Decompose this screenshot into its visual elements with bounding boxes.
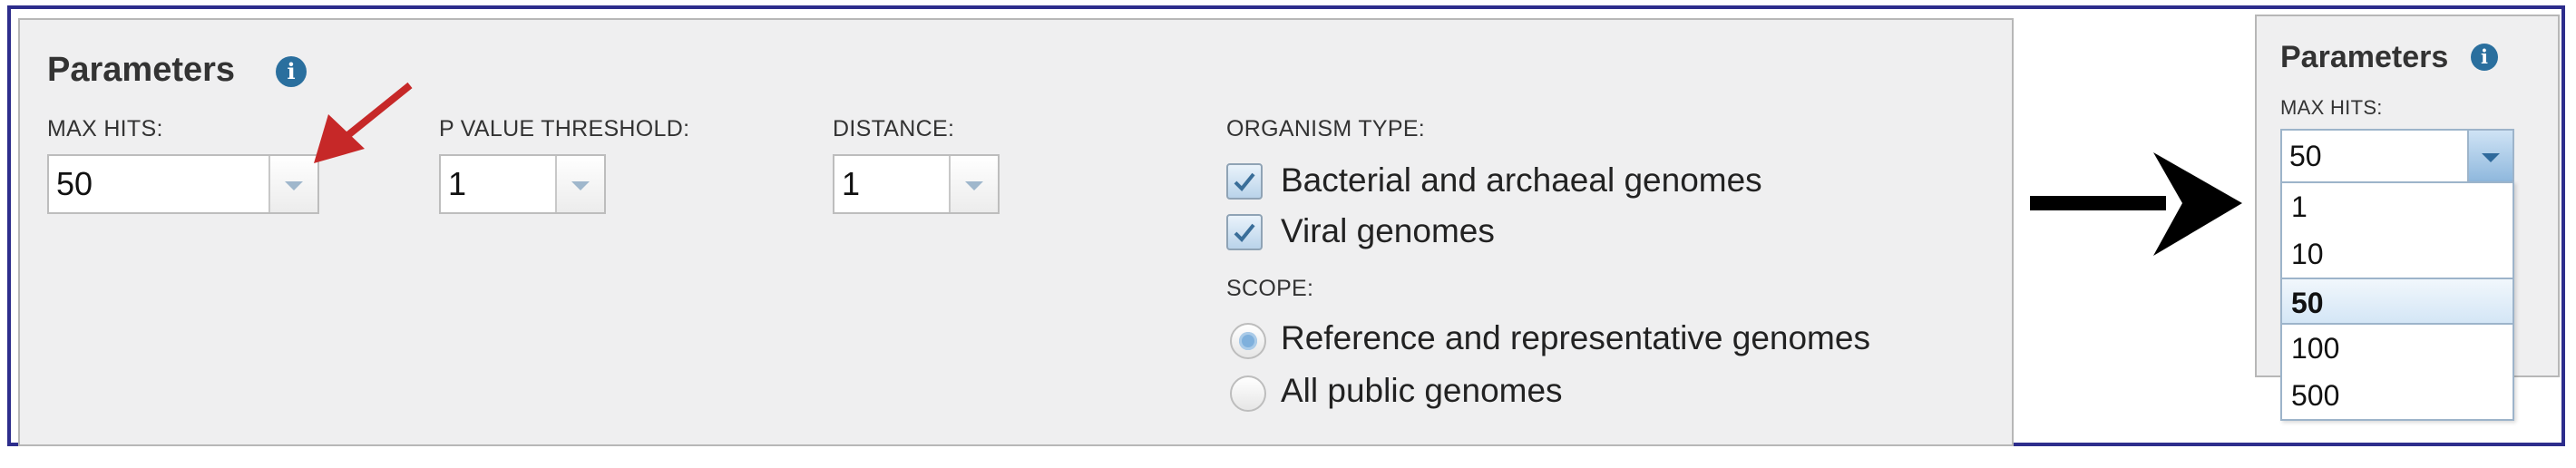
red-arrow-icon	[314, 82, 413, 163]
checkmark-icon	[1234, 223, 1255, 242]
expanded-max-hits-select[interactable]: 50	[2280, 129, 2514, 183]
reference-label: Reference and representative genomes	[1281, 319, 1870, 356]
reference-radio[interactable]	[1230, 323, 1266, 359]
viral-checkbox[interactable]	[1226, 214, 1263, 250]
p-value-dropdown-button[interactable]	[555, 156, 604, 212]
distance-select[interactable]: 1	[833, 154, 1000, 214]
viral-label: Viral genomes	[1281, 212, 1495, 249]
max-hits-label: MAX HITS:	[47, 116, 163, 141]
max-hits-options-list: 1 10 50 100 500	[2280, 181, 2514, 421]
p-value-select[interactable]: 1	[439, 154, 606, 214]
max-hits-value: 50	[56, 165, 93, 202]
distance-dropdown-button[interactable]	[949, 156, 998, 212]
scope-label: SCOPE:	[1226, 276, 1314, 301]
distance-label: DISTANCE:	[833, 116, 955, 141]
organism-type-label: ORGANISM TYPE:	[1226, 116, 1426, 141]
option-500[interactable]: 500	[2282, 372, 2513, 419]
info-icon[interactable]: i	[276, 56, 307, 87]
black-arrow-icon	[2030, 152, 2242, 256]
all-public-radio[interactable]	[1230, 375, 1266, 412]
expanded-parameters-title: Parameters	[2280, 40, 2449, 74]
bacterial-label: Bacterial and archaeal genomes	[1281, 161, 1762, 199]
option-10[interactable]: 10	[2282, 230, 2513, 278]
parameters-title: Parameters	[47, 51, 236, 89]
distance-value: 1	[842, 165, 861, 202]
max-hits-select[interactable]: 50	[47, 154, 319, 214]
chevron-down-icon	[2482, 153, 2500, 162]
option-50[interactable]: 50	[2282, 278, 2513, 325]
expanded-max-hits-value: 50	[2289, 140, 2322, 172]
info-icon[interactable]: i	[2471, 44, 2498, 71]
chevron-down-icon	[965, 181, 983, 190]
p-value-value: 1	[448, 165, 467, 202]
checkmark-icon	[1234, 172, 1255, 191]
all-public-label: All public genomes	[1281, 372, 1563, 409]
expanded-max-hits-label: MAX HITS:	[2280, 96, 2383, 119]
chevron-down-icon	[571, 181, 590, 190]
p-value-label: P VALUE THRESHOLD:	[439, 116, 690, 141]
option-1[interactable]: 1	[2282, 183, 2513, 230]
option-100[interactable]: 100	[2282, 325, 2513, 372]
bacterial-checkbox[interactable]	[1226, 163, 1263, 200]
expanded-dropdown-button[interactable]	[2467, 131, 2513, 181]
chevron-down-icon	[285, 181, 303, 190]
